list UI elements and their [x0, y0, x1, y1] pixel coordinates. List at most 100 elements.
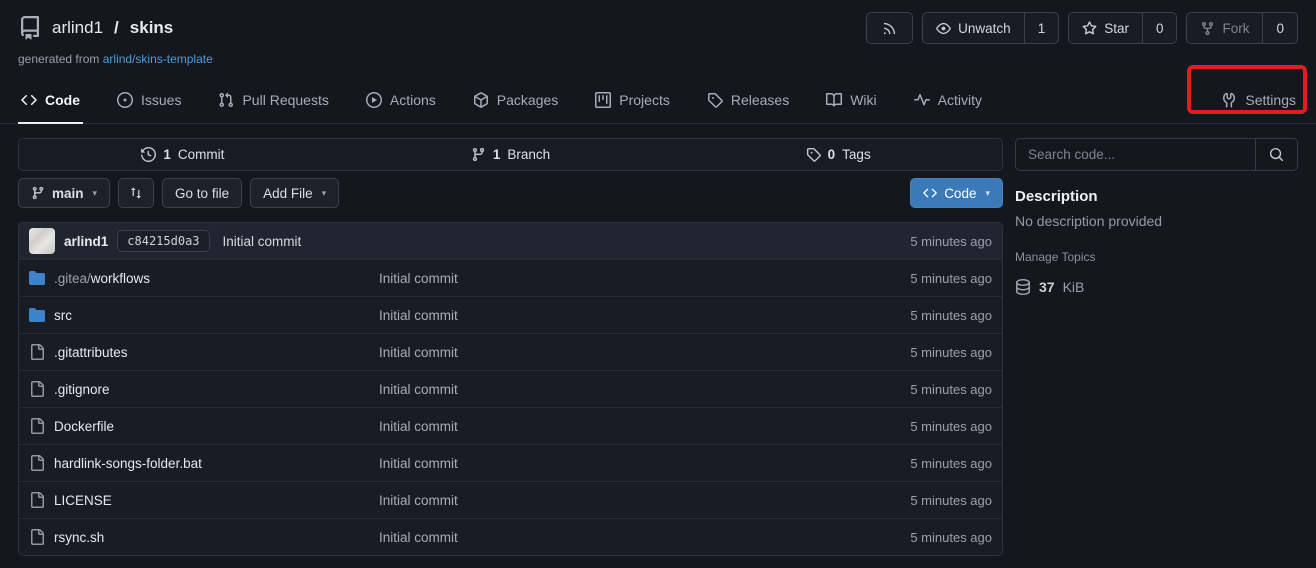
issue-icon [117, 92, 133, 108]
description-heading: Description [1015, 188, 1298, 205]
fork-button-group: Fork 0 [1186, 12, 1298, 44]
file-link[interactable]: rsync.sh [29, 529, 379, 545]
file-time: 5 minutes ago [910, 271, 992, 286]
branch-selector[interactable]: main ▾ [18, 178, 110, 208]
manage-topics-link[interactable]: Manage Topics [1015, 250, 1298, 264]
fork-count[interactable]: 0 [1262, 13, 1297, 43]
add-file-button[interactable]: Add File ▾ [250, 178, 339, 208]
table-row: Dockerfile Initial commit 5 minutes ago [19, 407, 1002, 444]
file-commit-message[interactable]: Initial commit [379, 419, 910, 434]
tab-packages[interactable]: Packages [470, 76, 561, 123]
file-icon [29, 492, 45, 508]
file-icon [29, 455, 45, 471]
watch-count[interactable]: 1 [1024, 13, 1059, 43]
tag-icon [707, 92, 723, 108]
code-search-box [1015, 138, 1298, 171]
file-commit-message[interactable]: Initial commit [379, 456, 910, 471]
file-commit-message[interactable]: Initial commit [379, 345, 910, 360]
tab-issues[interactable]: Issues [114, 76, 184, 123]
compare-icon [129, 186, 143, 200]
book-icon [826, 92, 842, 108]
file-link[interactable]: .gitattributes [29, 344, 379, 360]
file-icon [29, 344, 45, 360]
file-link[interactable]: src [29, 307, 379, 323]
commit-message-link[interactable]: Initial commit [223, 234, 302, 249]
file-time: 5 minutes ago [910, 493, 992, 508]
template-repo-link[interactable]: arlind/skins-template [103, 52, 213, 66]
repo-title-separator: / [114, 18, 119, 38]
pull-request-icon [218, 92, 234, 108]
generated-from-text: generated from [18, 52, 99, 66]
fork-button[interactable]: Fork [1187, 13, 1262, 43]
commit-hash-link[interactable]: c84215d0a3 [117, 230, 209, 252]
rss-icon [882, 21, 897, 36]
repo-owner-link[interactable]: arlind1 [52, 18, 103, 38]
file-icon [29, 418, 45, 434]
tags-stat[interactable]: 0 Tags [674, 147, 1002, 162]
unwatch-button[interactable]: Unwatch [923, 13, 1024, 43]
star-count[interactable]: 0 [1142, 13, 1177, 43]
rss-button[interactable] [866, 12, 913, 44]
file-table: arlind1 c84215d0a3 Initial commit 5 minu… [18, 222, 1003, 556]
tab-wiki[interactable]: Wiki [823, 76, 879, 123]
tab-code[interactable]: Code [18, 76, 83, 123]
star-button-group: Star 0 [1068, 12, 1177, 44]
star-label: Star [1104, 21, 1129, 36]
chevron-down-icon: ▾ [322, 188, 327, 199]
star-icon [1082, 21, 1097, 36]
file-time: 5 minutes ago [910, 456, 992, 471]
tools-icon [1221, 92, 1237, 108]
description-text: No description provided [1015, 213, 1298, 229]
file-toolbar: main ▾ Go to file Add File ▾ Code ▾ [18, 178, 1003, 208]
file-time: 5 minutes ago [910, 345, 992, 360]
tab-activity[interactable]: Activity [911, 76, 985, 123]
file-link[interactable]: Dockerfile [29, 418, 379, 434]
table-row: hardlink-songs-folder.bat Initial commit… [19, 444, 1002, 481]
tab-projects[interactable]: Projects [592, 76, 673, 123]
repo-main-column: 1 Commit 1 Branch 0 Tags main ▾ [18, 138, 1003, 556]
commit-author-link[interactable]: arlind1 [64, 234, 108, 249]
tab-settings[interactable]: Settings [1218, 76, 1298, 123]
eye-icon [936, 21, 951, 36]
table-row: .gitignore Initial commit 5 minutes ago [19, 370, 1002, 407]
file-time: 5 minutes ago [910, 308, 992, 323]
commits-stat[interactable]: 1 Commit [19, 147, 347, 162]
file-link[interactable]: hardlink-songs-folder.bat [29, 455, 379, 471]
file-commit-message[interactable]: Initial commit [379, 308, 910, 323]
go-to-file-button[interactable]: Go to file [162, 178, 242, 208]
pulse-icon [914, 92, 930, 108]
file-link[interactable]: .gitea/workflows [29, 270, 379, 286]
project-board-icon [595, 92, 611, 108]
search-input[interactable] [1016, 139, 1255, 170]
file-link[interactable]: .gitignore [29, 381, 379, 397]
folder-icon [29, 270, 45, 286]
search-icon [1269, 147, 1284, 162]
file-time: 5 minutes ago [910, 419, 992, 434]
file-icon [29, 381, 45, 397]
compare-button[interactable] [118, 178, 154, 208]
file-commit-message[interactable]: Initial commit [379, 271, 910, 286]
star-button[interactable]: Star [1069, 13, 1142, 43]
branches-stat[interactable]: 1 Branch [347, 147, 675, 162]
branch-icon [471, 147, 486, 162]
latest-commit-row: arlind1 c84215d0a3 Initial commit 5 minu… [19, 223, 1002, 259]
file-link[interactable]: LICENSE [29, 492, 379, 508]
tab-actions[interactable]: Actions [363, 76, 439, 123]
avatar[interactable] [29, 228, 55, 254]
repo-name-link[interactable]: skins [130, 18, 173, 38]
history-icon [141, 147, 156, 162]
repo-size: 37 KiB [1015, 279, 1298, 295]
tab-releases[interactable]: Releases [704, 76, 792, 123]
tab-pull-requests[interactable]: Pull Requests [215, 76, 331, 123]
repo-nav: Code Issues Pull Requests Actions Packag… [0, 76, 1316, 124]
file-commit-message[interactable]: Initial commit [379, 382, 910, 397]
file-commit-message[interactable]: Initial commit [379, 530, 910, 545]
code-icon [923, 186, 937, 200]
code-download-button[interactable]: Code ▾ [910, 178, 1003, 208]
table-row: .gitea/workflows Initial commit 5 minute… [19, 259, 1002, 296]
chevron-down-icon: ▾ [93, 188, 98, 199]
unwatch-label: Unwatch [958, 21, 1011, 36]
search-button[interactable] [1255, 139, 1297, 170]
code-icon [21, 92, 37, 108]
file-commit-message[interactable]: Initial commit [379, 493, 910, 508]
